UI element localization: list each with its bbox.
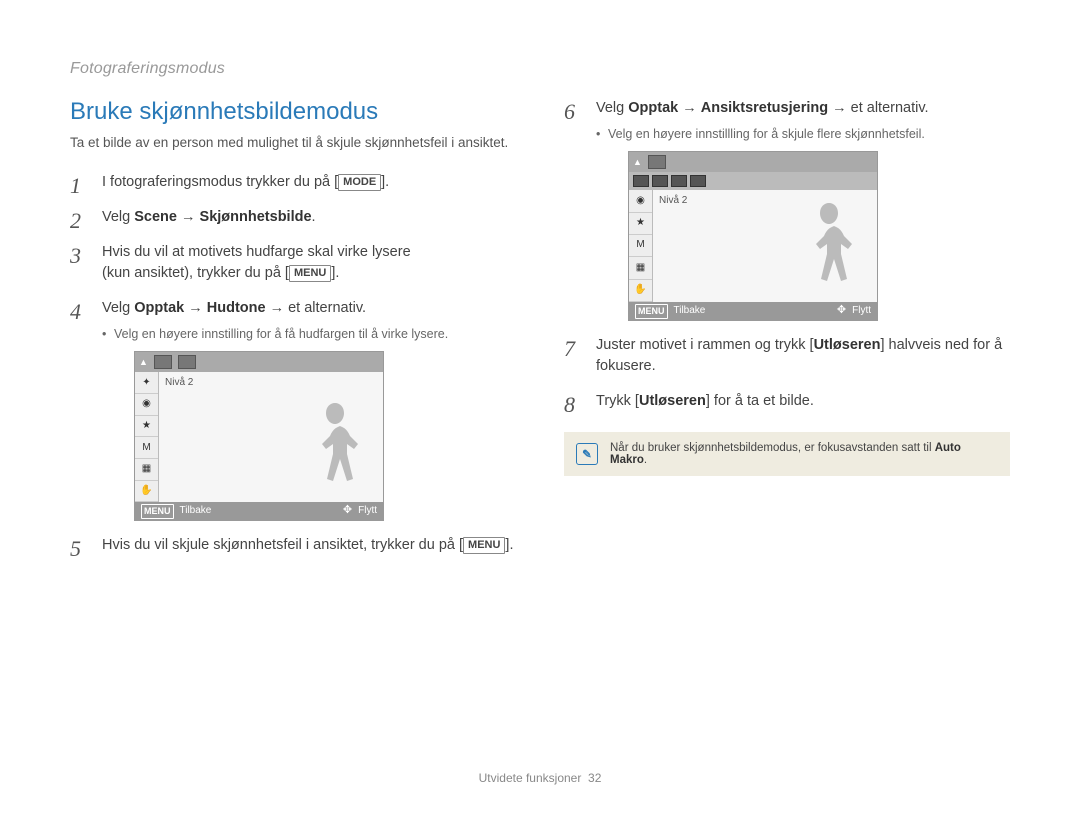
move-label: Flytt (852, 304, 871, 319)
option-icon (690, 175, 706, 187)
nav-icon: ✥ (343, 503, 352, 519)
option-icon (633, 175, 649, 187)
step-8-pre: Trykk [ (596, 393, 639, 409)
step-2-scene: Scene (134, 209, 177, 225)
step-4-opptak: Opptak (134, 300, 184, 316)
note-text: Når du bruker skjønnhetsbildemodus, er f… (610, 442, 998, 466)
step-2: Velg Scene → Skjønnhetsbilde. (70, 207, 516, 228)
step-2-arrow: → (177, 209, 200, 225)
menu-key-2: MENU (463, 537, 505, 554)
step-7-pre: Juster motivet i rammen og trykk [ (596, 337, 814, 353)
strip-icon: ▦ (629, 257, 652, 279)
thumb-icon (178, 355, 196, 369)
step-6-arr2: → et alternativ. (828, 100, 928, 116)
camera-option-row (629, 172, 877, 190)
strip-icon: ★ (135, 416, 158, 438)
step-6-pre: Velg (596, 100, 628, 116)
option-icon (671, 175, 687, 187)
back-label: Tilbake (180, 504, 212, 519)
move-label: Flytt (358, 504, 377, 519)
section-title: Bruke skjønnhetsbildemodus (70, 98, 516, 126)
step-4-arr2: → et alternativ. (266, 300, 366, 316)
step-6: Velg Opptak → Ansiktsretusjering → et al… (564, 98, 1010, 321)
step-1: I fotograferingsmodus trykker du på [MOD… (70, 172, 516, 193)
strip-icon: ◉ (629, 190, 652, 212)
step-1-text-pre: I fotograferingsmodus trykker du på [ (102, 174, 338, 190)
footer-page: 32 (588, 771, 601, 785)
mode-key: MODE (338, 174, 381, 191)
option-icon (652, 175, 668, 187)
step-2-skjonn: Skjønnhetsbilde (200, 209, 312, 225)
step-5: Hvis du vil skjule skjønnhetsfeil i ansi… (70, 535, 516, 556)
camera-bottom-bar: MENU Tilbake ✥ Flytt (135, 502, 383, 520)
level-label: Nivå 2 (165, 376, 193, 391)
step-2-pre: Velg (102, 209, 134, 225)
icon-strip: ◉ ★ M ▦ ✋ (629, 190, 653, 302)
step-3-line1: Hvis du vil at motivets hudfarge skal vi… (102, 244, 411, 260)
step-3: Hvis du vil at motivets hudfarge skal vi… (70, 242, 516, 284)
step-6-retusj: Ansiktsretusjering (701, 100, 828, 116)
step-6-sub: Velg en høyere innstillling for å skjule… (596, 125, 1010, 143)
person-silhouette-icon (799, 198, 859, 298)
step-8-post: ] for å ta et bilde. (706, 393, 814, 409)
page-footer: Utvidete funksjoner 32 (70, 759, 1010, 785)
step-5-pre: Hvis du vil skjule skjønnhetsfeil i ansi… (102, 537, 463, 553)
note-pre: Når du bruker skjønnhetsbildemodus, er f… (610, 442, 935, 454)
step-7-utloser: Utløseren (814, 337, 881, 353)
step-6-opptak: Opptak (628, 100, 678, 116)
nav-icon: ✥ (837, 303, 846, 319)
camera-preview-retusj: ▲ ◉ ★ M (628, 151, 878, 321)
strip-icon: ✋ (629, 280, 652, 302)
preview-area: Nivå 2 (159, 372, 383, 502)
strip-icon: ★ (629, 213, 652, 235)
thumb-icon (154, 355, 172, 369)
menu-label-icon: MENU (141, 504, 174, 519)
step-4-arr1: → (184, 300, 207, 316)
step-4-hudtone: Hudtone (207, 300, 266, 316)
step-6-arr1: → (678, 100, 701, 116)
step-4-sub: Velg en høyere innstilling for å få hudf… (102, 325, 516, 343)
step-3-line2-pre: (kun ansiktet), trykker du på [ (102, 265, 289, 281)
left-column: Bruke skjønnhetsbildemodus Ta et bilde a… (70, 98, 516, 759)
thumb-icon (648, 155, 666, 169)
menu-key-1: MENU (289, 265, 331, 282)
strip-icon: ✦ (135, 372, 158, 394)
camera-top-bar: ▲ (629, 152, 877, 172)
step-7: Juster motivet i rammen og trykk [Utløse… (564, 335, 1010, 377)
menu-label-icon: MENU (635, 304, 668, 319)
note-icon: ✎ (576, 443, 598, 465)
person-silhouette-icon (305, 398, 365, 498)
camera-bottom-bar: MENU Tilbake ✥ Flytt (629, 302, 877, 320)
step-5-post: ]. (505, 537, 513, 553)
camera-top-bar: ▲ (135, 352, 383, 372)
breadcrumb: Fotograferingsmodus (70, 60, 1010, 78)
step-2-suf: . (312, 209, 316, 225)
level-label: Nivå 2 (659, 194, 687, 209)
step-4: Velg Opptak → Hudtone → et alternativ. V… (70, 298, 516, 521)
intro-text: Ta et bilde av en person med mulighet ti… (70, 134, 516, 152)
strip-icon: ◉ (135, 394, 158, 416)
right-column: Velg Opptak → Ansiktsretusjering → et al… (564, 98, 1010, 759)
preview-area: Nivå 2 (653, 190, 877, 302)
back-label: Tilbake (674, 304, 706, 319)
note-box: ✎ Når du bruker skjønnhetsbildemodus, er… (564, 432, 1010, 476)
step-1-text-post: ]. (381, 174, 389, 190)
strip-icon: ✋ (135, 481, 158, 503)
step-4-pre: Velg (102, 300, 134, 316)
step-8: Trykk [Utløseren] for å ta et bilde. (564, 391, 1010, 412)
strip-icon: M (135, 437, 158, 459)
camera-preview-hudtone: ▲ ✦ ◉ ★ M ▦ ✋ (134, 351, 384, 521)
footer-label: Utvidete funksjoner (479, 771, 582, 785)
step-3-line2-post: ]. (331, 265, 339, 281)
strip-icon: M (629, 235, 652, 257)
strip-icon: ▦ (135, 459, 158, 481)
note-post: . (644, 454, 647, 466)
step-8-utloser: Utløseren (639, 393, 706, 409)
icon-strip: ✦ ◉ ★ M ▦ ✋ (135, 372, 159, 502)
